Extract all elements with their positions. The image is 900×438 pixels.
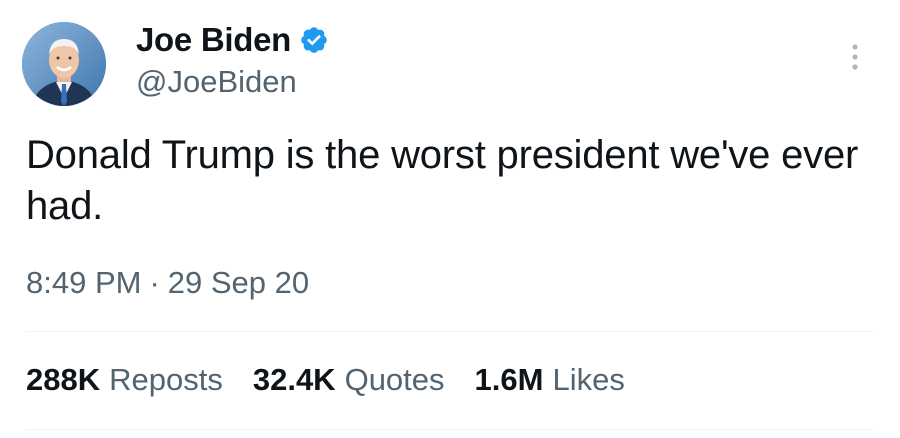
tweet-text: Donald Trump is the worst president we'v… (26, 133, 859, 228)
stat-label: Quotes (344, 362, 445, 397)
verified-badge-icon (299, 25, 329, 55)
divider (26, 429, 874, 430)
tweet-time: 8:49 PM (26, 265, 142, 300)
author-display-name[interactable]: Joe Biden (136, 21, 291, 59)
stat-count: 32.4K (252, 362, 336, 397)
divider (26, 331, 874, 332)
stat-reposts[interactable]: 288K Reposts (26, 362, 223, 398)
engagement-stats: 288K Reposts 32.4K Quotes 1.6M Likes (26, 362, 625, 398)
stat-label: Reposts (109, 362, 223, 397)
stat-likes[interactable]: 1.6M Likes (475, 362, 625, 398)
stat-quotes[interactable]: 32.4K Quotes (253, 362, 445, 398)
stat-count: 288K (26, 362, 101, 397)
author-handle[interactable]: @JoeBiden (136, 64, 297, 100)
avatar[interactable] (22, 22, 106, 106)
tweet-card: Joe Biden @JoeBiden Donald Trump is the … (0, 0, 900, 438)
stat-count: 1.6M (474, 362, 544, 397)
stat-label: Likes (552, 362, 625, 397)
tweet-date: 29 Sep 20 (167, 265, 310, 300)
more-options-icon[interactable] (842, 38, 868, 78)
author-name-row: Joe Biden (136, 18, 329, 62)
tweet-timestamp[interactable]: 8:49 PM · 29 Sep 20 (26, 265, 309, 301)
avatar-photo (22, 22, 106, 106)
meta-separator: · (149, 265, 160, 300)
